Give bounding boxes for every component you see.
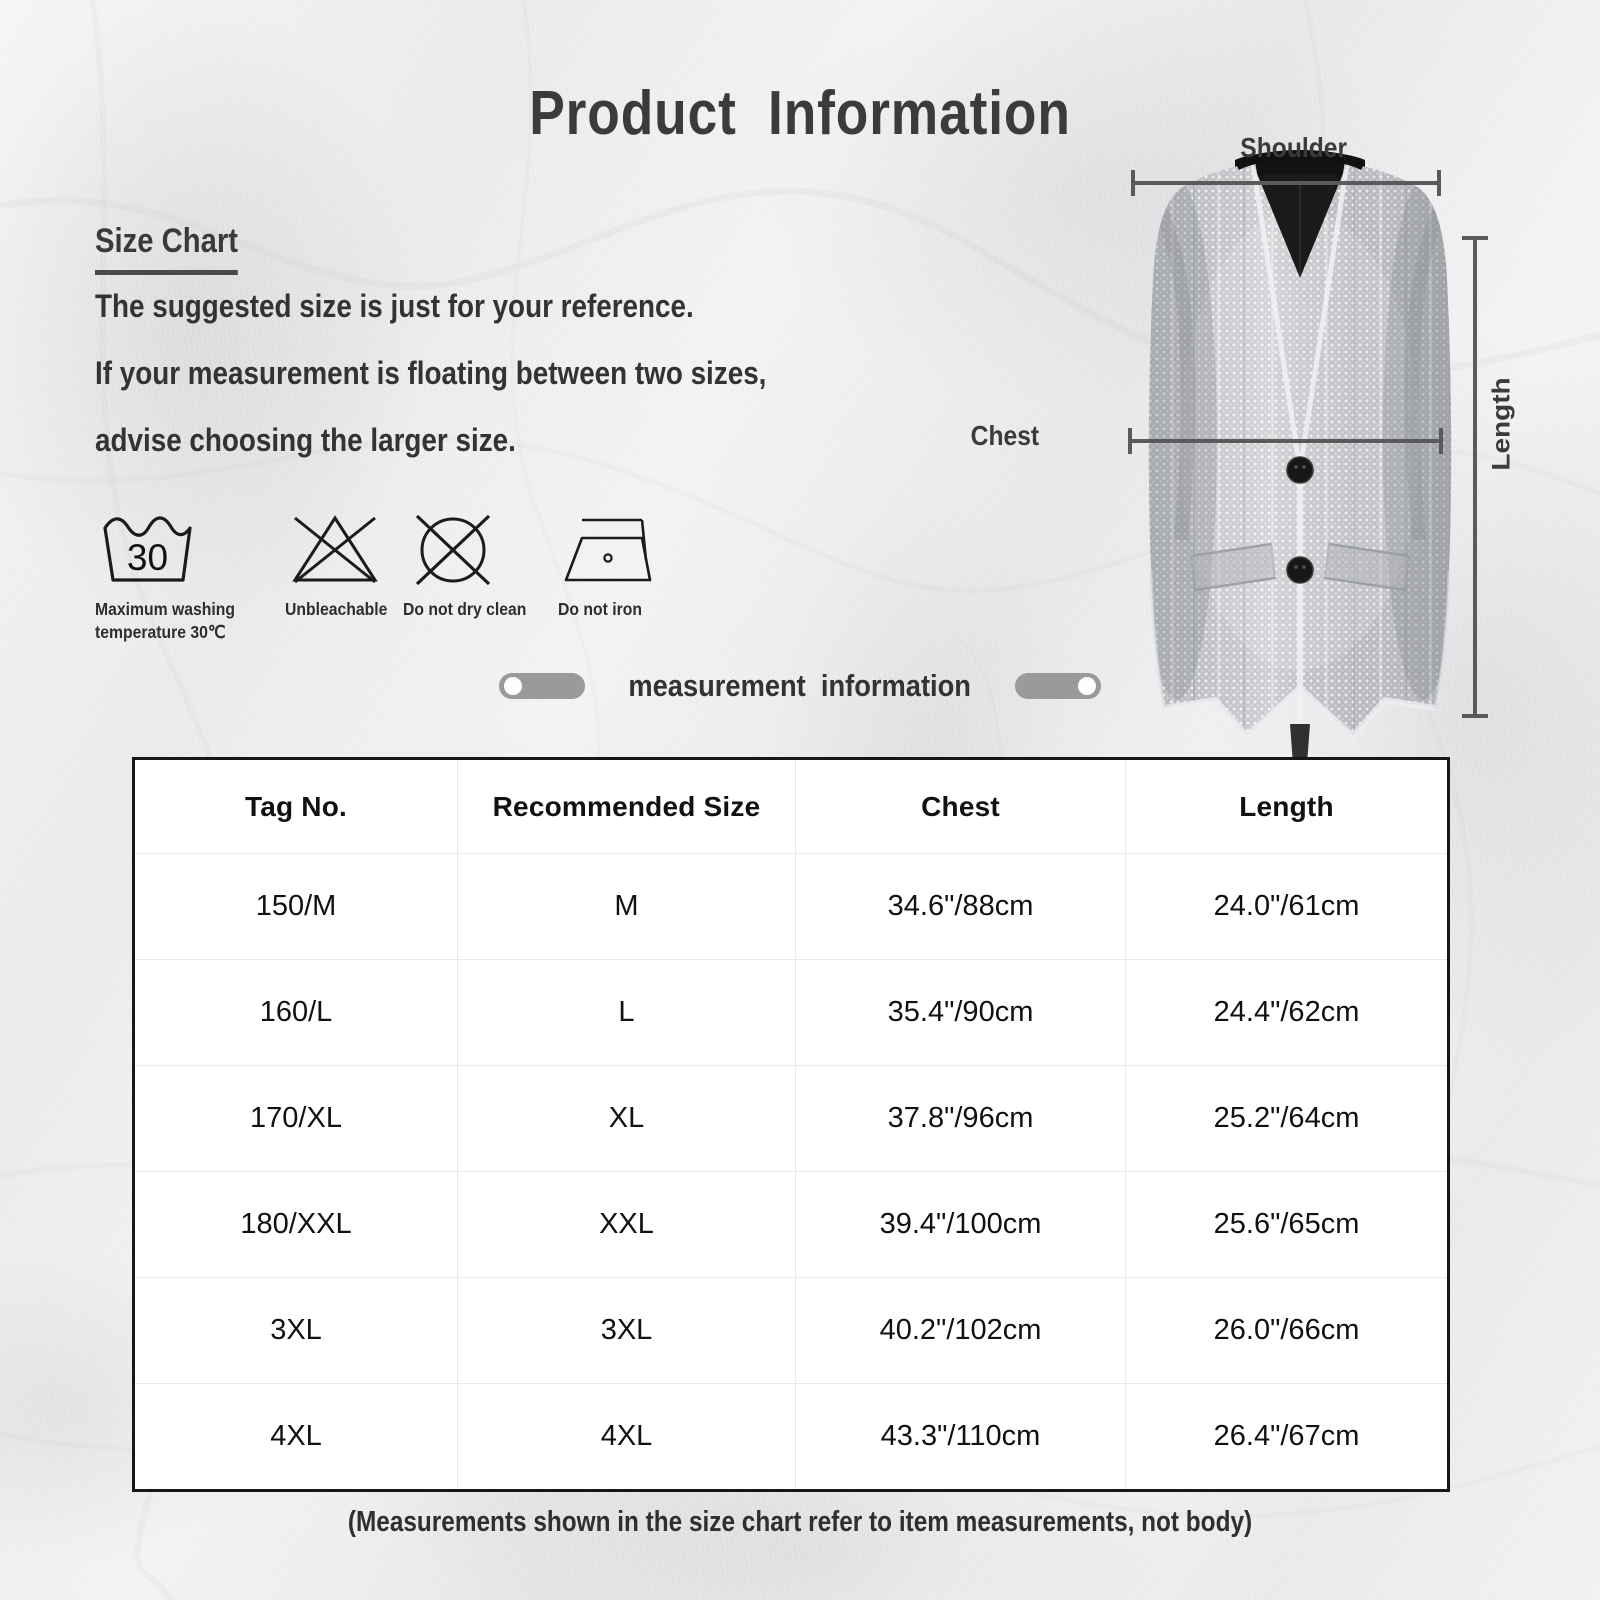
cell-chest: 35.4"/90cm (795, 960, 1125, 1065)
chest-measure-label: Chest (970, 420, 1040, 451)
cell-chest: 37.8"/96cm (795, 1066, 1125, 1171)
footer-note: (Measurements shown in the size chart re… (347, 1506, 1253, 1538)
description-line-2: If your measurement is floating between … (95, 355, 767, 391)
cell-tag-no: 170/XL (250, 1102, 342, 1134)
shoulder-measure-label: Shoulder (1240, 132, 1348, 163)
cell-chest: 40.2"/102cm (795, 1278, 1125, 1383)
care-symbol-max-wash-30: 30 Maximum washing temperature 30℃ (95, 510, 285, 644)
table-row: 170/XL XL 37.8"/96cm 25.2"/64cm (135, 1065, 1447, 1171)
cell-length: 24.4"/62cm (1125, 960, 1447, 1065)
vest-button-bottom (1286, 556, 1314, 584)
cell-recommended-size: 3XL (457, 1278, 795, 1383)
measurement-banner-label: measurement information (628, 668, 972, 703)
vest-button-top (1286, 456, 1314, 484)
cell-tag-no: 3XL (270, 1314, 322, 1346)
no-iron-icon (558, 510, 678, 588)
size-chart-heading: Size Chart (95, 222, 238, 275)
cell-length: 25.6"/65cm (1125, 1172, 1447, 1277)
svg-text:30: 30 (127, 537, 168, 578)
table-row: 160/L L 35.4"/90cm 24.4"/62cm (135, 959, 1447, 1065)
cell-chest: 43.3"/110cm (795, 1384, 1125, 1489)
care-symbol-unbleachable: Unbleachable (285, 510, 403, 644)
care-label-max-wash: Maximum washing temperature 30℃ (95, 599, 236, 643)
no-bleach-icon (285, 510, 403, 588)
care-symbol-no-dry-clean: Do not dry clean (403, 510, 558, 644)
length-measure-label: Length (1487, 377, 1515, 471)
care-label-unbleachable: Unbleachable (285, 599, 388, 619)
cell-recommended-size: XXL (457, 1172, 795, 1277)
cell-tag-no: 160/L (259, 996, 333, 1028)
column-header-chest: Chest (795, 760, 1125, 853)
shoulder-measure-bracket (1131, 170, 1441, 196)
description-line-1: The suggested size is just for your refe… (95, 288, 694, 324)
column-header-length: Length (1125, 760, 1447, 853)
table-row: 180/XXL XXL 39.4"/100cm 25.6"/65cm (135, 1171, 1447, 1277)
product-photo-sequin-vest (1085, 140, 1515, 780)
cell-chest: 34.6"/88cm (795, 854, 1125, 959)
table-header-row: Tag No. Recommended Size Chest Length (135, 760, 1447, 853)
table-row: 3XL 3XL 40.2"/102cm 26.0"/66cm (135, 1277, 1447, 1383)
cell-tag-no: 180/XXL (240, 1208, 352, 1240)
cell-recommended-size: L (457, 960, 795, 1065)
column-header-tag-no: Tag No. (245, 790, 347, 822)
wash-tub-30-icon: 30 (95, 510, 285, 588)
chest-measure-bracket (1128, 428, 1443, 454)
size-chart-description: The suggested size is just for your refe… (95, 288, 995, 489)
cell-length: 26.0"/66cm (1125, 1278, 1447, 1383)
table-row: 150/M M 34.6"/88cm 24.0"/61cm (135, 853, 1447, 959)
cell-recommended-size: 4XL (457, 1384, 795, 1489)
description-line-3: advise choosing the larger size. (95, 422, 516, 458)
care-label-no-dry-clean: Do not dry clean (403, 599, 527, 619)
column-header-recommended-size: Recommended Size (457, 760, 795, 853)
length-measure-bracket (1462, 236, 1488, 718)
table-row: 4XL 4XL 43.3"/110cm 26.4"/67cm (135, 1383, 1447, 1489)
cell-recommended-size: XL (457, 1066, 795, 1171)
toggle-pill-left-icon (499, 673, 586, 699)
cell-length: 26.4"/67cm (1125, 1384, 1447, 1489)
cell-chest: 39.4"/100cm (795, 1172, 1125, 1277)
care-label-no-iron: Do not iron (558, 599, 642, 619)
cell-recommended-size: M (457, 854, 795, 959)
cell-length: 24.0"/61cm (1125, 854, 1447, 959)
care-symbol-no-iron: Do not iron (558, 510, 678, 644)
care-symbols-group: 30 Maximum washing temperature 30℃ Unble… (95, 510, 678, 644)
size-table: Tag No. Recommended Size Chest Length 15… (132, 757, 1450, 1492)
cell-length: 25.2"/64cm (1125, 1066, 1447, 1171)
no-dry-clean-icon (403, 510, 558, 588)
cell-tag-no: 4XL (270, 1420, 322, 1452)
cell-tag-no: 150/M (255, 890, 337, 922)
